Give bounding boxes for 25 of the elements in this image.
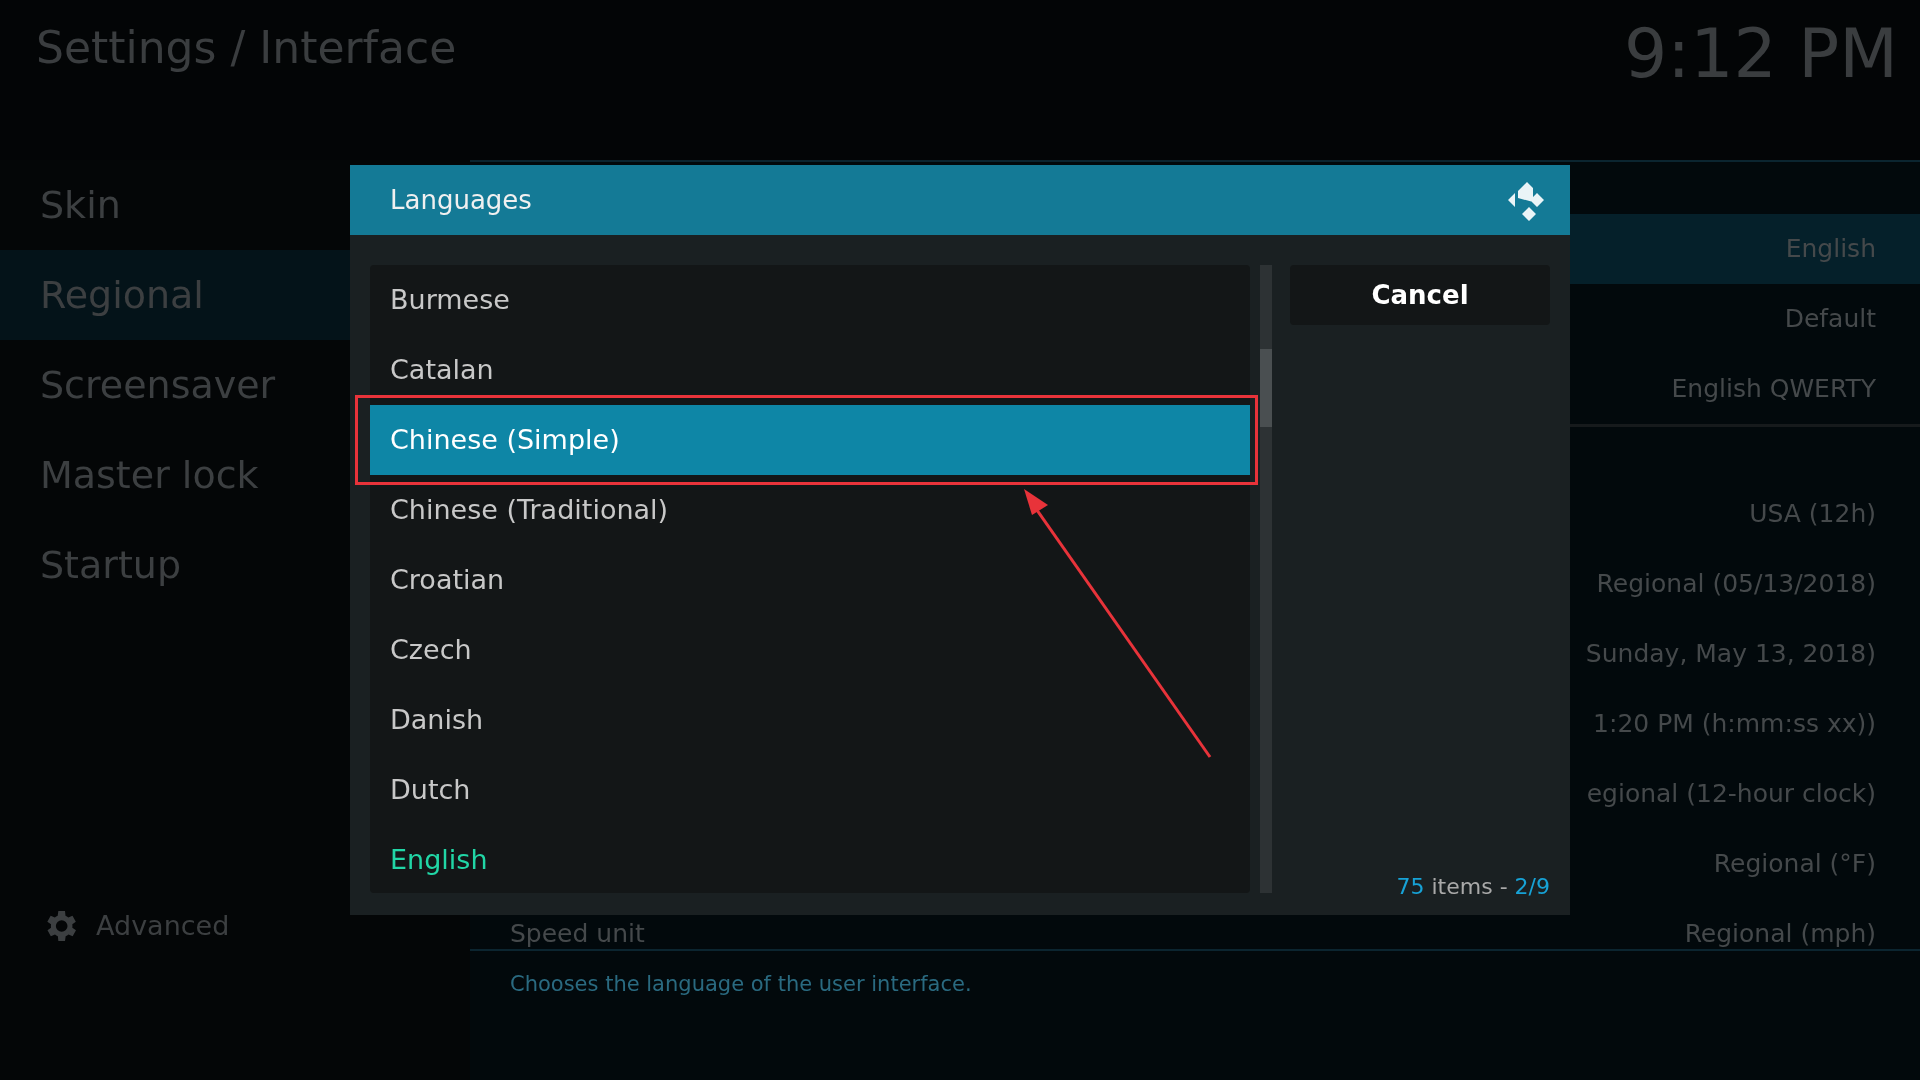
scrollbar-thumb[interactable]: [1260, 349, 1272, 427]
list-item[interactable]: Danish: [370, 685, 1250, 755]
setting-value: Regional (mph): [1684, 918, 1876, 951]
clock: 9:12 PM: [1624, 20, 1898, 88]
list-item[interactable]: English: [370, 825, 1250, 895]
item-count: 75 items - 2/9: [1396, 873, 1550, 901]
list-item[interactable]: Croatian: [370, 545, 1250, 615]
setting-value: egional (12-hour clock): [1586, 778, 1876, 811]
setting-value: Default: [1784, 303, 1876, 336]
setting-value: 1:20 PM (h:mm:ss xx)): [1593, 708, 1876, 741]
list-item[interactable]: Dutch: [370, 755, 1250, 825]
setting-value: Sunday, May 13, 2018): [1585, 638, 1876, 671]
cancel-button[interactable]: Cancel: [1290, 265, 1550, 325]
setting-value: Regional (°F): [1713, 848, 1876, 881]
scrollbar[interactable]: [1260, 265, 1272, 893]
page-title: Settings / Interface: [36, 22, 457, 75]
list-item[interactable]: Czech: [370, 615, 1250, 685]
setting-description: Chooses the language of the user interface.: [509, 971, 973, 998]
setting-value: Regional (05/13/2018): [1596, 568, 1876, 601]
dialog-title: Languages: [390, 183, 532, 217]
setting-value: USA (12h): [1749, 498, 1876, 531]
list-item[interactable]: Chinese (Simple): [370, 405, 1250, 475]
setting-value: English QWERTY: [1671, 373, 1876, 406]
list-item[interactable]: Chinese (Traditional): [370, 475, 1250, 545]
setting-value: English: [1785, 233, 1876, 266]
